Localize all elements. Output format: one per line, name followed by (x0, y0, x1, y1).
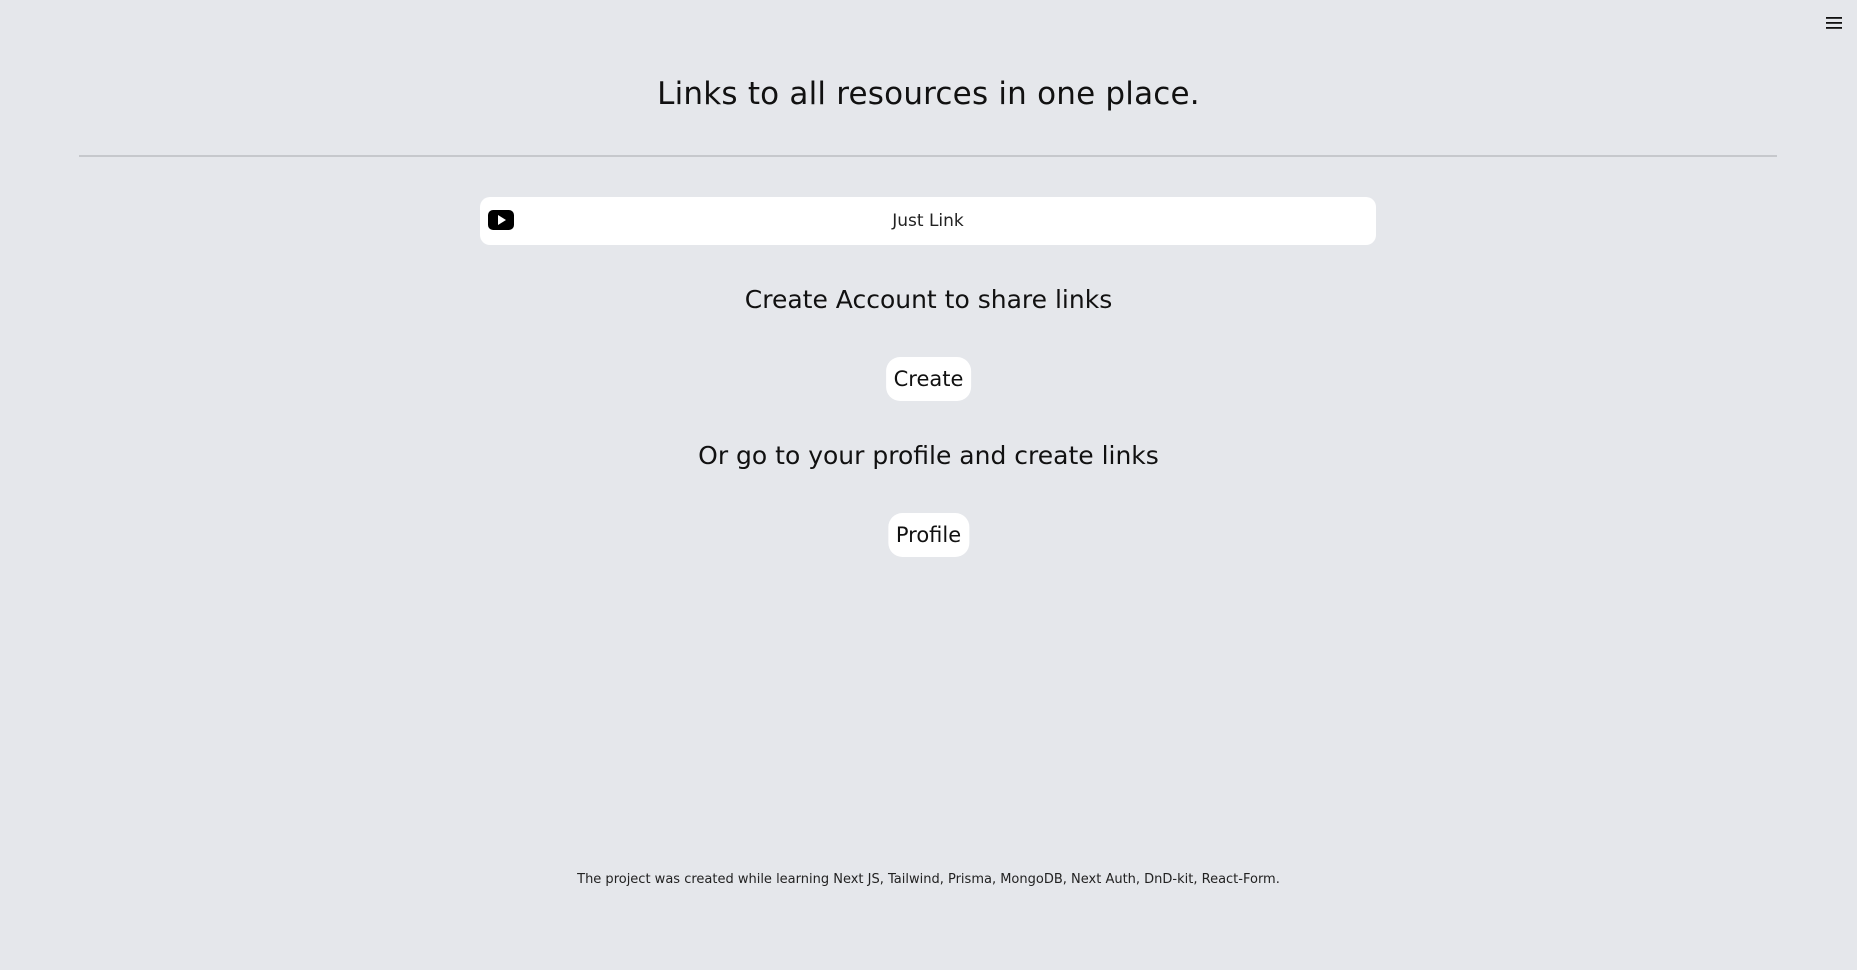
divider (79, 155, 1777, 157)
create-account-heading: Create Account to share links (744, 285, 1113, 314)
profile-heading: Or go to your profile and create links (698, 441, 1159, 470)
footer-text: The project was created while learning N… (577, 872, 1280, 887)
menu-button[interactable] (1824, 13, 1844, 33)
youtube-icon (488, 210, 514, 230)
create-button[interactable]: Create (885, 357, 972, 401)
link-card[interactable]: Just Link (480, 197, 1376, 245)
page: Links to all resources in one place. Jus… (0, 0, 1857, 970)
link-card-label: Just Link (892, 211, 964, 231)
hamburger-menu-icon (1825, 15, 1843, 31)
page-title: Links to all resources in one place. (657, 76, 1200, 112)
profile-button[interactable]: Profile (887, 513, 970, 557)
